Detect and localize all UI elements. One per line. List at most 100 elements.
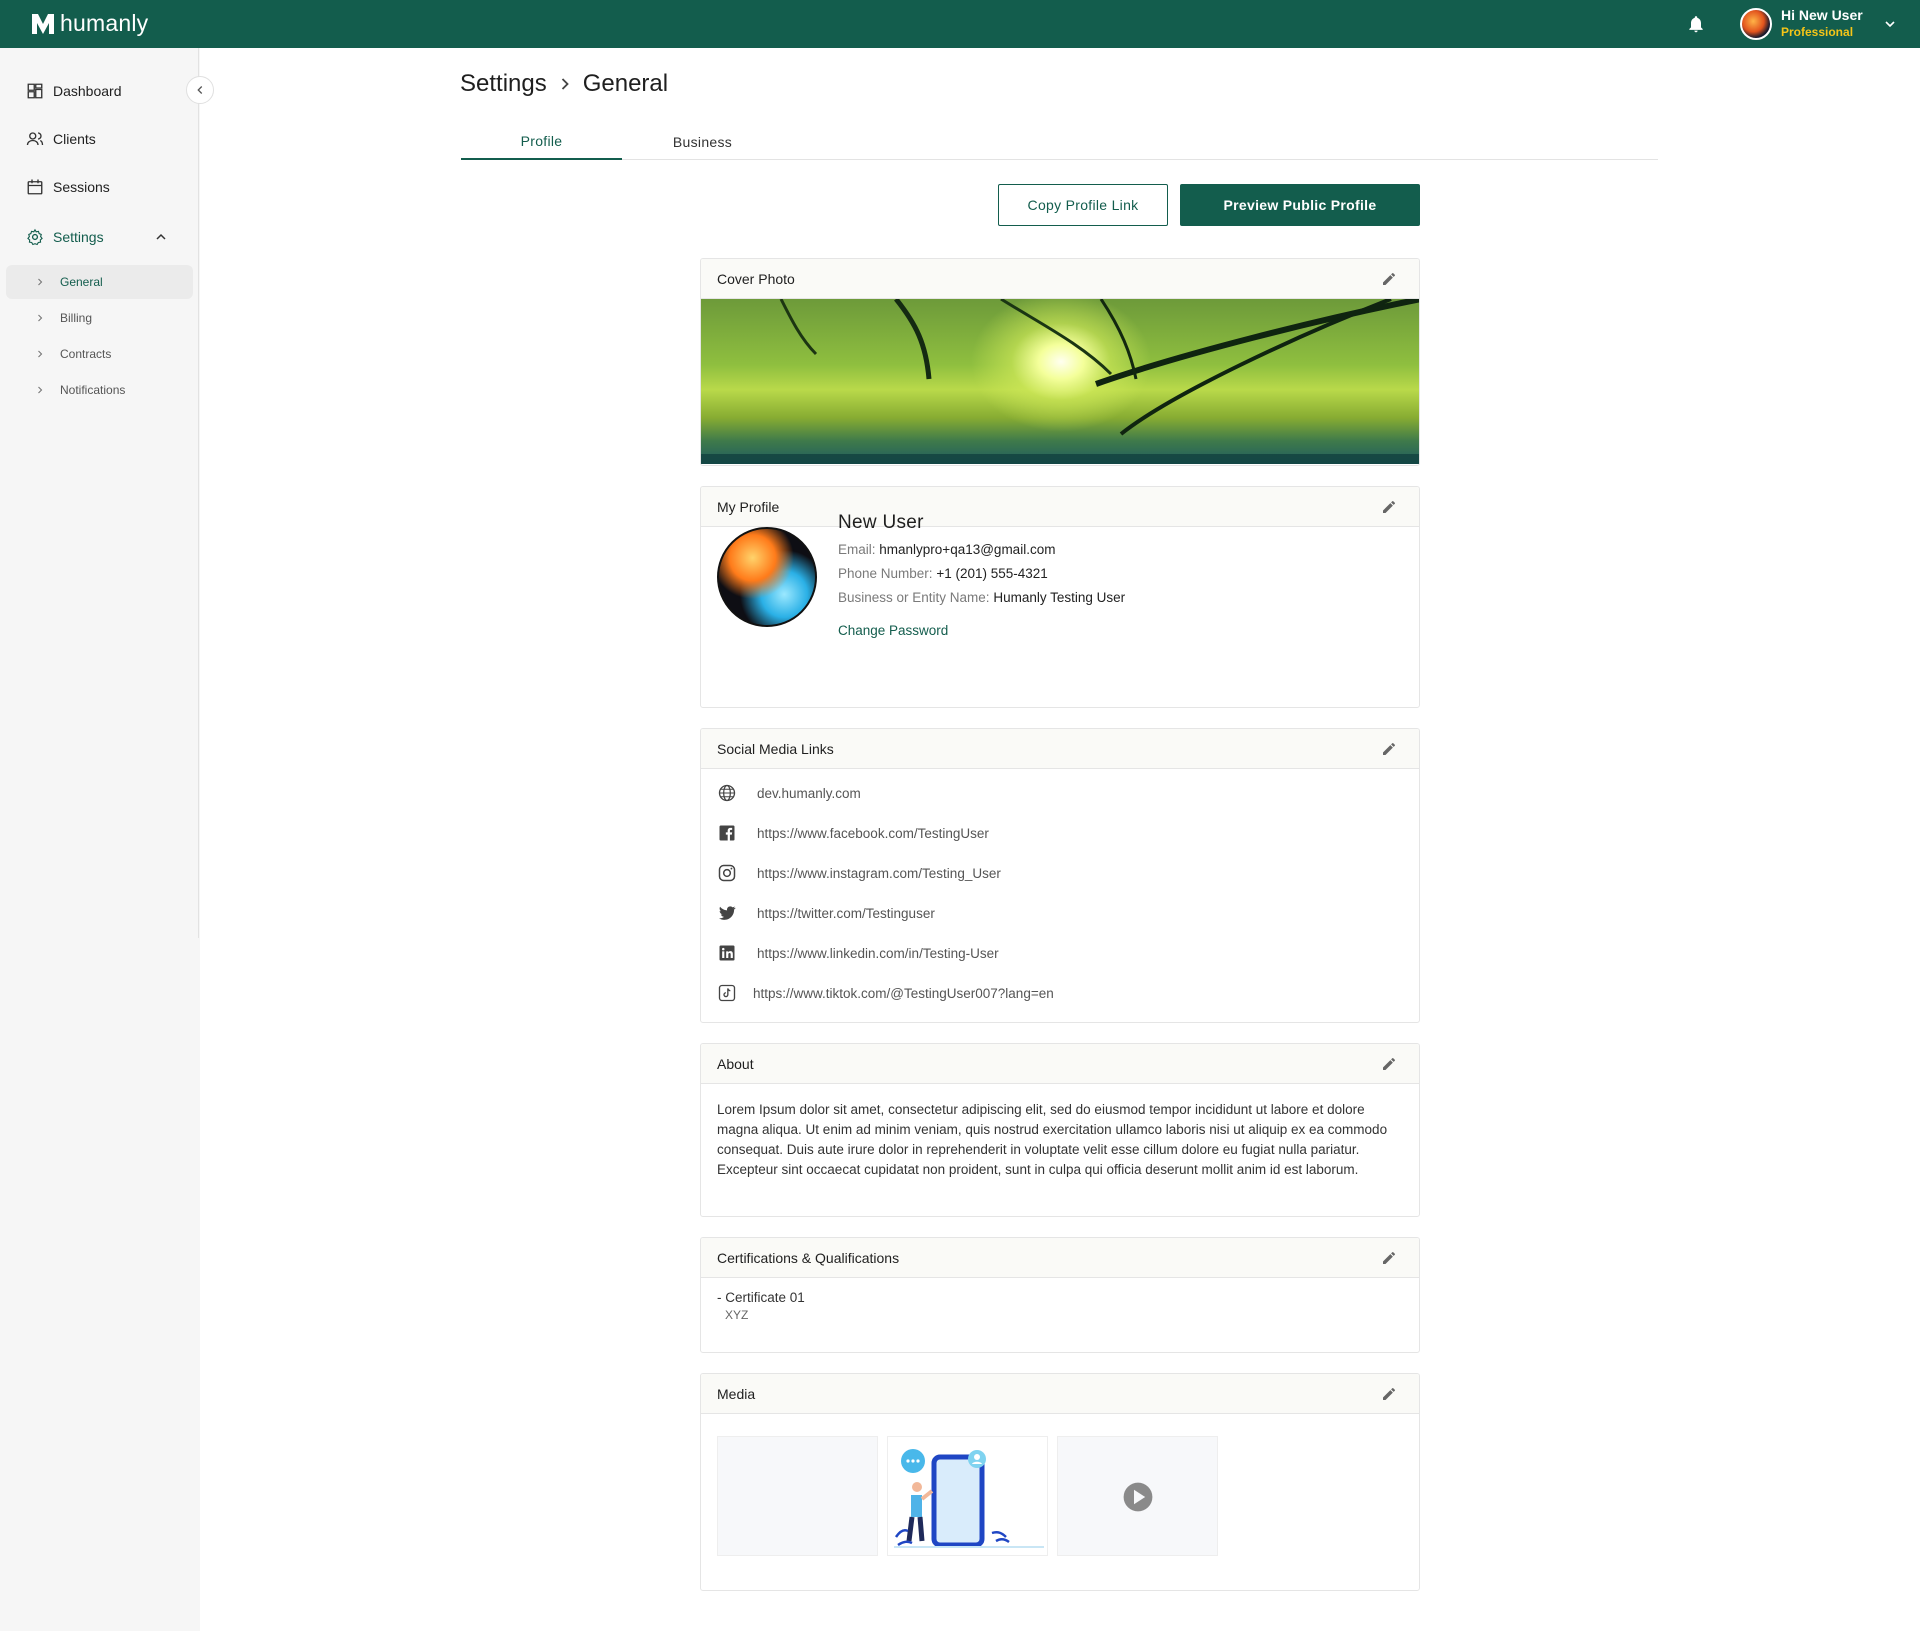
twitter-icon [719,906,736,920]
profile-avatar [717,527,817,627]
phone-label: Phone Number: [838,566,933,581]
social-link-url: https://www.tiktok.com/@TestingUser007?l… [753,985,1054,1001]
bell-icon[interactable] [1686,14,1706,34]
phone-value: +1 (201) 555-4321 [936,566,1048,581]
sidebar-item-label: Settings [53,229,104,245]
social-link-tiktok[interactable]: https://www.tiktok.com/@TestingUser007?l… [717,983,1054,1003]
certificate-issuer: XYZ [725,1308,749,1322]
social-link-linkedin[interactable]: https://www.linkedin.com/in/Testing-User [717,943,999,963]
sidebar-item-clients[interactable]: Clients [26,130,96,148]
media-thumbnail[interactable] [887,1436,1048,1556]
sidebar-subitem-billing[interactable]: Billing [6,301,193,335]
humanly-logo-icon [32,13,54,34]
cover-photo-image [701,299,1419,464]
profile-email: Email: hmanlypro+qa13@gmail.com [838,542,1055,557]
card-header: About [701,1044,1419,1084]
profile-business: Business or Entity Name: Humanly Testing… [838,590,1125,605]
chevron-down-icon[interactable] [1882,16,1898,32]
card-title: My Profile [717,498,780,515]
dashboard-icon [27,83,43,99]
card-header: Social Media Links [701,729,1419,769]
profile-name: New User [838,512,924,533]
certifications-card: Certifications & Qualifications - Certif… [700,1237,1420,1353]
chevron-right-icon [561,78,569,90]
collapse-sidebar-button[interactable] [186,76,214,104]
social-link-twitter[interactable]: https://twitter.com/Testinguser [717,903,935,923]
chevron-up-icon[interactable] [153,229,169,245]
clients-icon [26,132,44,146]
sidebar-subitem-label: General [60,275,103,289]
social-media-card: Social Media Links dev.humanly.com https… [700,728,1420,1023]
media-thumbnail[interactable] [717,1436,878,1556]
tiktok-icon [718,984,736,1002]
tab-bar: Profile Business [461,124,1658,160]
sidebar-item-label: Sessions [53,179,110,195]
card-title: Media [717,1385,756,1402]
certificate-name: - Certificate 01 [717,1290,805,1305]
card-header: My Profile [701,487,1419,527]
change-password-link[interactable]: Change Password [838,623,948,638]
play-icon[interactable] [1122,1481,1154,1513]
social-link-facebook[interactable]: https://www.facebook.com/TestingUser [717,823,989,843]
tab-profile[interactable]: Profile [461,124,622,160]
chevron-right-icon [38,278,43,286]
user-greeting[interactable]: Hi New User [1781,7,1863,23]
sidebar-subitem-contracts[interactable]: Contracts [6,337,193,371]
phone-chat-illustration [894,1449,1044,1548]
pencil-icon[interactable] [1381,271,1397,287]
top-bar: humanly Hi New User Professional [0,0,1920,48]
sidebar-subitem-general[interactable]: General [6,265,193,299]
breadcrumb-current: General [582,70,669,97]
brand-name: humanly [60,10,149,36]
pencil-icon[interactable] [1381,499,1397,515]
email-label: Email: [838,542,876,557]
sidebar-item-settings[interactable]: Settings [26,228,104,246]
media-gallery [701,1414,1419,1590]
social-link-url: https://twitter.com/Testinguser [757,905,935,921]
instagram-icon [718,864,736,882]
about-text: Lorem Ipsum dolor sit amet, consectetur … [717,1102,1388,1177]
chevron-right-icon [38,386,43,394]
calendar-icon [27,179,43,195]
card-header: Cover Photo [701,259,1419,299]
sidebar-subitem-notifications[interactable]: Notifications [6,373,193,407]
sidebar-item-label: Dashboard [53,83,122,99]
linkedin-icon [719,945,735,961]
breadcrumb: Settings General [460,70,668,98]
palm-leaves-illustration [701,299,1419,464]
social-link-website[interactable]: dev.humanly.com [717,783,861,803]
chevron-right-icon [38,314,43,322]
sidebar-item-dashboard[interactable]: Dashboard [26,82,122,100]
social-link-url: dev.humanly.com [757,785,861,801]
certificate-item: - Certificate 01 XYZ [701,1278,1419,1334]
pencil-icon[interactable] [1381,741,1397,757]
sidebar-subitem-label: Contracts [60,347,112,361]
tab-business[interactable]: Business [622,124,783,160]
card-title: Social Media Links [717,740,834,757]
card-title: Cover Photo [717,270,795,287]
media-video-thumbnail[interactable] [1057,1436,1218,1556]
facebook-icon [719,825,735,841]
sidebar-subitem-label: Notifications [60,383,126,397]
social-link-url: https://www.facebook.com/TestingUser [757,825,989,841]
user-avatar[interactable] [1740,8,1772,40]
copy-profile-link-button[interactable]: Copy Profile Link [998,184,1168,226]
card-header: Media [701,1374,1419,1414]
sidebar-subitem-label: Billing [60,311,93,325]
pencil-icon[interactable] [1381,1386,1397,1402]
pencil-icon[interactable] [1381,1250,1397,1266]
sidebar-item-sessions[interactable]: Sessions [26,178,110,196]
business-value: Humanly Testing User [993,590,1126,605]
sidebar-divider [198,48,199,938]
breadcrumb-parent[interactable]: Settings [460,70,547,98]
preview-public-profile-button[interactable]: Preview Public Profile [1180,184,1420,226]
card-title: About [717,1055,754,1072]
pencil-icon[interactable] [1381,1056,1397,1072]
gear-icon [27,228,43,246]
sidebar-item-label: Clients [53,131,96,147]
social-link-instagram[interactable]: https://www.instagram.com/Testing_User [717,863,1001,883]
chevron-right-icon [38,350,43,358]
humanly-logo[interactable]: humanly [30,10,148,37]
about-card: About Lorem Ipsum dolor sit amet, consec… [700,1043,1420,1217]
chevron-left-icon [197,86,203,94]
